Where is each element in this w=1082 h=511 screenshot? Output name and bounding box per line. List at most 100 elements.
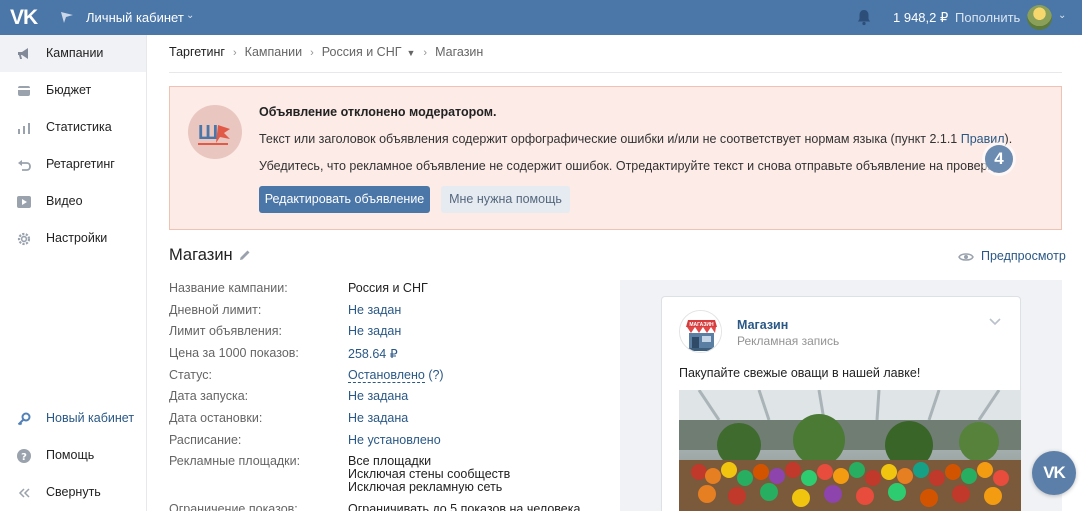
help-icon: ? [17,449,31,463]
post-image[interactable] [679,390,1021,511]
key-icon [17,412,31,426]
sidebar-item-label: Помощь [46,448,95,462]
pencil-icon[interactable] [239,249,251,261]
ad-title: Магазин [169,246,233,264]
property-row: Расписание: Не установлено [169,433,609,451]
property-value-link[interactable]: Не задан [348,303,401,317]
store-logo-icon: Ш [198,122,230,145]
property-label: Статус: [169,368,212,382]
property-row: Ограничение показов: Ограничивать до 5 п… [169,502,609,511]
breadcrumb-separator-icon: › [232,47,237,59]
breadcrumb-ad: Магазин [435,45,484,59]
cabinet-title[interactable]: Личный кабинет [86,10,184,25]
preview-link[interactable]: Предпросмотр [958,249,1066,263]
store-logo: Ш [188,105,242,159]
collapse-icon [18,488,30,498]
property-label: Название кампании: [169,281,288,295]
retarget-arrow-icon [18,160,31,171]
breadcrumb-campaigns[interactable]: Кампании [245,45,302,59]
property-value: Россия и СНГ [348,281,428,295]
post-avatar[interactable]: МАГАЗИН [679,310,722,353]
property-label: Ограничение показов: [169,502,298,511]
sidebar-item-label: Бюджет [46,83,92,97]
property-value-link[interactable]: Не задан [348,324,401,338]
megaphone-icon [18,48,28,59]
alert-reason-end: ). [1004,132,1013,146]
bell-icon[interactable] [856,9,872,26]
breadcrumb-separator-icon: › [423,47,428,59]
gear-icon [17,232,31,246]
property-value-link[interactable]: 258.64 ₽ [348,346,398,361]
step-badge: 4 [985,145,1013,173]
sidebar-item-video[interactable]: Видео [0,183,146,220]
property-row: Дата запуска: Не задана [169,389,609,407]
moderation-alert: Ш Объявление отклонено модератором. Текс… [169,86,1062,230]
wallet-icon [18,86,30,96]
caret-down-icon[interactable]: ▼ [407,48,416,58]
status-text[interactable]: Остановлено [348,368,425,383]
property-row: Дата остановки: Не задана [169,411,609,429]
sidebar: Кампании Бюджет Статистика Ретаргетинг В… [0,35,147,511]
post-subtitle: Рекламная запись [737,334,840,348]
user-avatar[interactable] [1027,5,1052,30]
property-label: Дата запуска: [169,389,249,403]
breadcrumb-targeting[interactable]: Таргетинг [169,45,225,59]
market-photo [679,390,1021,511]
property-label: Дневной лимит: [169,303,262,317]
sidebar-item-settings[interactable]: Настройки [0,220,146,257]
bar-chart-icon [18,123,30,134]
property-value: Исключая стены сообществ [348,467,511,481]
sidebar-item-label: Свернуть [46,485,101,499]
status-help-icon[interactable]: (?) [428,368,443,382]
preview-label: Предпросмотр [981,249,1066,263]
property-label: Рекламные площадки: [169,454,301,468]
sidebar-item-new-cabinet[interactable]: Новый кабинет [0,400,146,437]
alert-reason: Текст или заголовок объявления содержит … [259,132,1012,146]
property-value-link[interactable]: Не установлено [348,433,441,447]
chevron-down-icon[interactable]: ⌄ [1058,10,1066,21]
sidebar-item-label: Настройки [46,231,108,245]
property-value: Ограничивать до 5 показов на человека [348,502,581,511]
property-row: Название кампании: Россия и СНГ [169,281,609,299]
ad-post-preview: МАГАЗИН Магазин Рекламная запись Пакупай… [661,296,1021,511]
svg-text:?: ? [21,452,27,463]
edit-ad-button[interactable]: Редактировать объявление [259,186,430,213]
sidebar-item-label: Ретаргетинг [46,157,115,171]
sidebar-item-stats[interactable]: Статистика [0,109,146,146]
topup-link[interactable]: Пополнить [955,10,1020,25]
property-value-link[interactable]: Не задана [348,389,408,403]
property-row: Лимит объявления: Не задан [169,324,609,342]
chevron-down-icon[interactable]: ⌄ [186,10,194,21]
sidebar-item-label: Видео [46,194,83,208]
post-text: Пакупайте свежые оващи в нашей лавке! [679,366,921,380]
property-label: Расписание: [169,433,242,447]
alert-reason-text: Текст или заголовок объявления содержит … [259,132,961,146]
property-value-link[interactable]: Не задана [348,411,408,425]
sidebar-item-campaigns[interactable]: Кампании [0,35,146,72]
rules-link[interactable]: Правил [961,132,1005,146]
status-value[interactable]: Остановлено (?) [348,368,444,383]
vk-chat-button[interactable]: VK [1032,451,1076,495]
balance: 1 948,2 ₽ [893,10,949,25]
breadcrumb-separator-icon: › [310,47,314,59]
property-row: Цена за 1000 показов: 258.64 ₽ [169,346,609,364]
sidebar-item-label: Кампании [46,46,104,60]
sidebar-item-retargeting[interactable]: Ретаргетинг [0,146,146,183]
vk-logo[interactable]: VK [10,6,40,29]
divider [169,72,1062,73]
property-row: Дневной лимит: Не задан [169,303,609,321]
property-label: Цена за 1000 показов: [169,346,299,360]
breadcrumb-campaign[interactable]: Россия и СНГ [322,45,402,59]
sidebar-item-budget[interactable]: Бюджет [0,72,146,109]
play-icon [17,196,31,208]
chevron-down-icon[interactable] [988,317,1002,327]
property-label: Дата остановки: [169,411,263,425]
sidebar-item-label: Статистика [46,120,112,134]
sidebar-item-help[interactable]: ? Помощь [0,437,146,474]
sidebar-item-collapse[interactable]: Свернуть [0,474,146,511]
post-author[interactable]: Магазин [737,318,788,332]
svg-text:Ш: Ш [198,122,218,144]
alert-title: Объявление отклонено модератором. [259,105,497,119]
need-help-button[interactable]: Мне нужна помощь [441,186,570,213]
breadcrumb: Таргетинг › Кампании › Россия и СНГ ▼ › Магазин [169,45,483,59]
